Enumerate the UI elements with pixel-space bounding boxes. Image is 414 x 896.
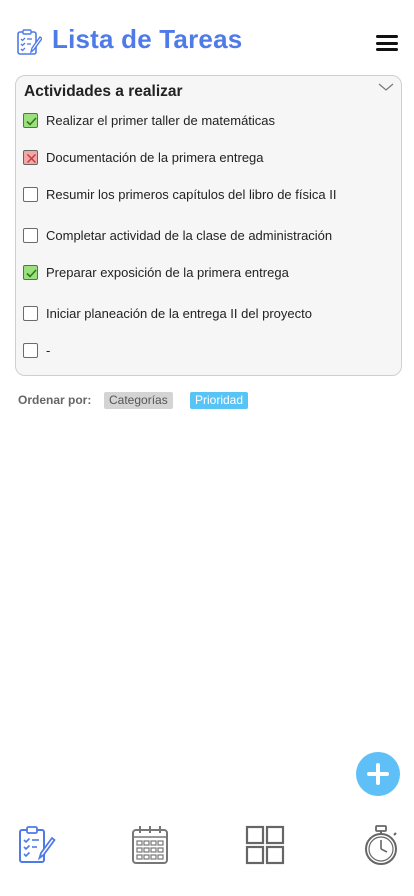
checkbox-unchecked[interactable]: [23, 227, 38, 243]
task-label: Documentación de la primera entrega: [46, 149, 264, 165]
checkbox-unchecked[interactable]: [23, 342, 38, 358]
task-item[interactable]: Iniciar planeación de la entrega II del …: [23, 304, 393, 322]
page-title: Lista de Tareas: [52, 24, 243, 54]
task-label: Resumir los primeros capítulos del libro…: [46, 186, 337, 202]
task-card: Actividades a realizar Realizar el prime…: [15, 75, 402, 376]
checkbox-unchecked[interactable]: [23, 305, 38, 321]
task-label: Iniciar planeación de la entrega II del …: [46, 305, 312, 321]
task-item[interactable]: Resumir los primeros capítulos del libro…: [23, 185, 393, 203]
checkbox-failed[interactable]: [23, 149, 38, 165]
sort-option-prioridad[interactable]: Prioridad: [190, 392, 249, 409]
sort-label: Ordenar por:: [18, 393, 92, 407]
checkbox-unchecked[interactable]: [23, 186, 38, 202]
plus-icon: [367, 763, 389, 785]
checkbox-checked[interactable]: [23, 112, 38, 128]
hamburger-menu-icon[interactable]: [376, 35, 398, 51]
task-label: Completar actividad de la clase de admin…: [46, 227, 333, 243]
sort-option-categorias[interactable]: Categorías: [104, 392, 173, 409]
task-label: Preparar exposición de la primera entreg…: [46, 264, 289, 280]
bottom-nav: [0, 820, 414, 870]
stopwatch-icon[interactable]: [361, 824, 401, 866]
task-label: -: [46, 342, 51, 358]
task-item[interactable]: Preparar exposición de la primera entreg…: [23, 263, 393, 281]
card-title: Actividades a realizar: [24, 83, 183, 100]
add-task-button[interactable]: [356, 752, 400, 796]
task-item[interactable]: Realizar el primer taller de matemáticas: [23, 111, 393, 129]
task-list-icon: [17, 29, 42, 55]
task-label: Realizar el primer taller de matemáticas: [46, 112, 276, 128]
chevron-down-icon[interactable]: [377, 80, 395, 94]
grid-icon[interactable]: [245, 824, 285, 866]
task-item[interactable]: -: [23, 341, 393, 359]
checkbox-checked[interactable]: [23, 264, 38, 280]
sort-row: Ordenar por: Categorías Prioridad: [18, 391, 318, 411]
task-item[interactable]: Completar actividad de la clase de admin…: [23, 226, 393, 244]
calendar-icon[interactable]: [130, 824, 170, 866]
task-list-icon[interactable]: [16, 824, 56, 866]
app-screen: Lista de Tareas Actividades a realizar R…: [0, 0, 414, 896]
header: Lista de Tareas: [0, 0, 414, 84]
task-item[interactable]: Documentación de la primera entrega: [23, 148, 393, 166]
